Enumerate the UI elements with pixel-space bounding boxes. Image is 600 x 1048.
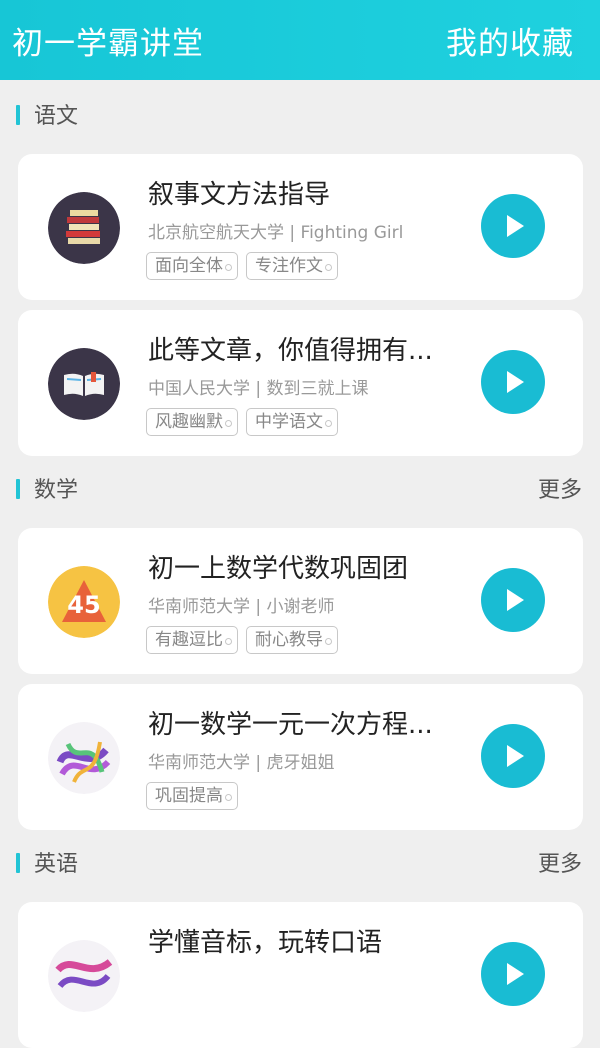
tag-list: 有趣逗比 耐心教导 (146, 626, 338, 654)
tag: 耐心教导 (246, 626, 338, 654)
tag-list: 风趣幽默 中学语文 (146, 408, 338, 436)
course-title: 初一数学一元一次方程... (148, 710, 433, 740)
more-link[interactable]: 更多 (538, 472, 582, 504)
more-link[interactable]: 更多 (538, 846, 582, 878)
tag: 有趣逗比 (146, 626, 238, 654)
section-title: 语文 (34, 104, 79, 129)
tag-list: 巩固提高 (146, 782, 238, 810)
section-marker (16, 853, 20, 873)
section-marker (16, 105, 20, 125)
my-favorites-link[interactable]: 我的收藏 (446, 18, 574, 63)
play-icon (507, 745, 524, 767)
play-icon (507, 371, 524, 393)
course-title: 初一上数学代数巩固团 (148, 554, 409, 584)
play-button[interactable] (481, 194, 545, 258)
course-meta: 华南师范大学 | 小谢老师 (148, 597, 335, 617)
course-title: 此等文章，你值得拥有... (148, 336, 433, 366)
section-header-english: 英语 更多 (0, 842, 600, 882)
tag: 面向全体 (146, 252, 238, 280)
play-button[interactable] (481, 350, 545, 414)
open-book-icon (48, 348, 120, 420)
section-marker (16, 479, 20, 499)
play-button[interactable] (481, 724, 545, 788)
course-meta: 北京航空航天大学 | Fighting Girl (148, 223, 404, 243)
tag-list: 面向全体 专注作文 (146, 252, 338, 280)
colorful-abstract-avatar (48, 722, 120, 794)
avatar-number-text: 45 (67, 591, 100, 619)
course-meta: 华南师范大学 | 虎牙姐姐 (148, 753, 335, 773)
page-title: 初一学霸讲堂 (12, 26, 204, 62)
top-header: 初一学霸讲堂 我的收藏 (0, 0, 600, 80)
tag: 中学语文 (246, 408, 338, 436)
course-card[interactable]: 此等文章，你值得拥有... 中国人民大学 | 数到三就上课 风趣幽默 中学语文 (18, 310, 583, 456)
course-card[interactable]: 45 初一上数学代数巩固团 华南师范大学 | 小谢老师 有趣逗比 耐心教导 (18, 528, 583, 674)
course-card[interactable]: 学懂音标，玩转口语 (18, 902, 583, 1048)
course-card[interactable]: 叙事文方法指导 北京航空航天大学 | Fighting Girl 面向全体 专注… (18, 154, 583, 300)
course-meta: 中国人民大学 | 数到三就上课 (148, 379, 369, 399)
tag: 风趣幽默 (146, 408, 238, 436)
course-title: 叙事文方法指导 (148, 180, 331, 210)
section-header-math: 数学 更多 (0, 468, 600, 508)
number-45-icon: 45 (48, 566, 120, 638)
play-button[interactable] (481, 568, 545, 632)
books-icon (48, 192, 120, 264)
colorful-abstract-avatar (48, 940, 120, 1012)
tag: 巩固提高 (146, 782, 238, 810)
section-title: 数学 (34, 478, 79, 503)
play-button[interactable] (481, 942, 545, 1006)
tag: 专注作文 (246, 252, 338, 280)
section-title: 英语 (34, 852, 79, 877)
section-header-chinese: 语文 (0, 94, 600, 134)
course-title: 学懂音标，玩转口语 (148, 928, 383, 958)
course-card[interactable]: 初一数学一元一次方程... 华南师范大学 | 虎牙姐姐 巩固提高 (18, 684, 583, 830)
play-icon (507, 215, 524, 237)
play-icon (507, 963, 524, 985)
play-icon (507, 589, 524, 611)
